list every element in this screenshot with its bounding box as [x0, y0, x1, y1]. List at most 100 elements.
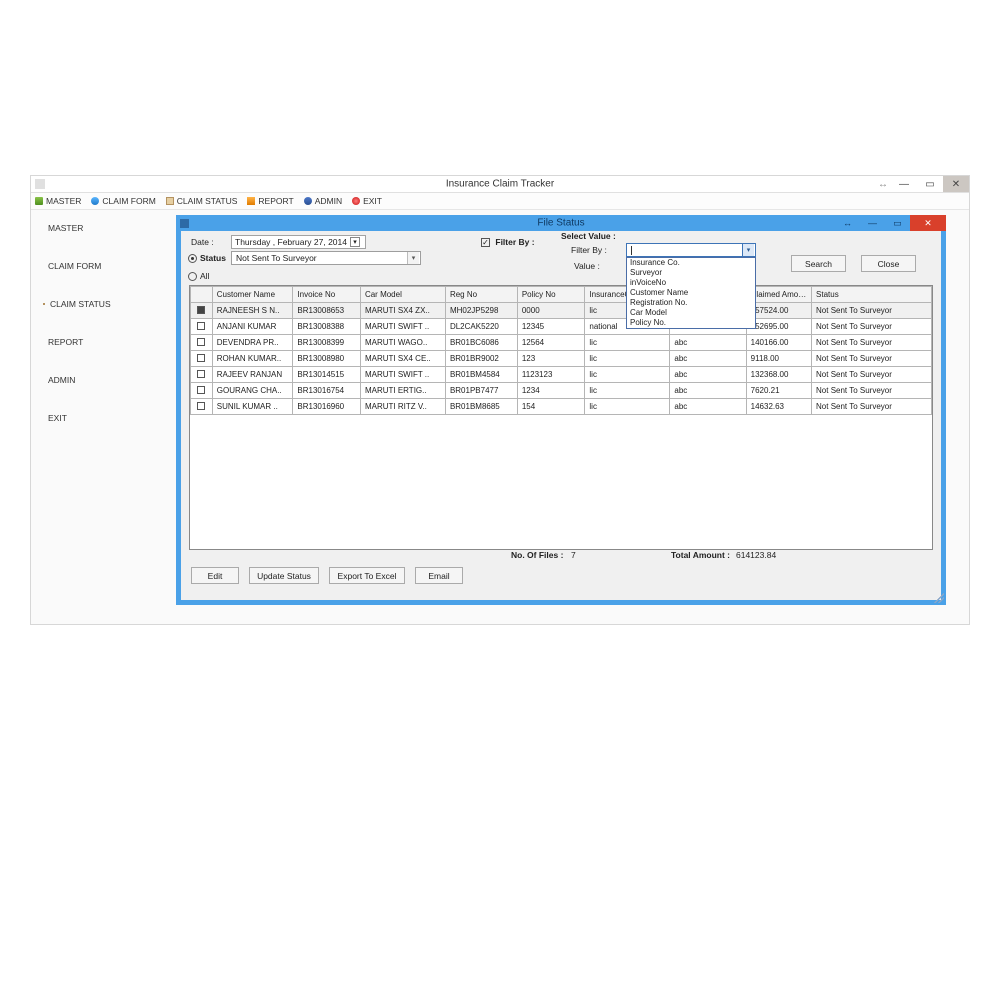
menu-claim-status[interactable]: CLAIM STATUS: [166, 196, 238, 206]
dropdown-option[interactable]: Registration No.: [627, 298, 755, 308]
col-status[interactable]: Status: [812, 287, 932, 303]
filter-by-combo[interactable]: ▾: [626, 243, 756, 257]
status-icon: [43, 303, 45, 305]
cell-car: MARUTI SWIFT ..: [360, 319, 445, 335]
dropdown-option[interactable]: Surveyor: [627, 268, 755, 278]
dropdown-option[interactable]: Insurance Co.: [627, 258, 755, 268]
cell-customer: RAJNEESH S N..: [212, 303, 293, 319]
cell-policy: 123: [517, 351, 585, 367]
inner-app-icon: [180, 219, 189, 228]
table-row[interactable]: RAJEEV RANJANBR13014515MARUTI SWIFT ..BR…: [191, 367, 932, 383]
table-row[interactable]: RAJNEESH S N..BR13008653MARUTI SX4 ZX..M…: [191, 303, 932, 319]
filter-by-label: Filter By :: [571, 245, 607, 255]
menu-master[interactable]: MASTER: [35, 196, 81, 206]
table-row[interactable]: ANJANI KUMARBR13008388MARUTI SWIFT ..DL2…: [191, 319, 932, 335]
cell-reg: BR01PB7477: [445, 383, 517, 399]
dropdown-option[interactable]: Car Model: [627, 308, 755, 318]
cell-reg: BR01BM4584: [445, 367, 517, 383]
sidebar-item-claim-form[interactable]: CLAIM FORM: [31, 258, 171, 274]
results-table: Customer Name Invoice No Car Model Reg N…: [190, 286, 932, 415]
close-button[interactable]: Close: [861, 255, 916, 272]
table-row[interactable]: SUNIL KUMAR ..BR13016960MARUTI RITZ V..B…: [191, 399, 932, 415]
menu-admin[interactable]: ADMIN: [304, 196, 342, 206]
row-checkbox[interactable]: [197, 386, 205, 394]
inner-grab-icon[interactable]: ↔: [835, 215, 860, 231]
cell-insco: lic: [585, 399, 670, 415]
dropdown-option[interactable]: Customer Name: [627, 288, 755, 298]
total-label: Total Amount :: [671, 550, 730, 560]
table-header-row: Customer Name Invoice No Car Model Reg N…: [191, 287, 932, 303]
menu-report[interactable]: REPORT: [247, 196, 293, 206]
sidebar-item-admin[interactable]: ADMIN: [31, 372, 171, 388]
cell-insco: lic: [585, 367, 670, 383]
inner-maximize-button[interactable]: ▭: [885, 215, 910, 231]
date-picker[interactable]: Thursday , February 27, 2014 ▾: [231, 235, 366, 249]
sidebar-item-report[interactable]: REPORT: [31, 334, 171, 350]
cell-reg: BR01BC6086: [445, 335, 517, 351]
row-checkbox[interactable]: [197, 370, 205, 378]
calendar-icon[interactable]: ▾: [350, 237, 360, 247]
sidebar-item-master[interactable]: MASTER: [31, 220, 171, 236]
status-radio[interactable]: Status: [188, 253, 226, 263]
cell-insco: lic: [585, 335, 670, 351]
row-checkbox[interactable]: [197, 306, 205, 314]
col-invoice[interactable]: Invoice No: [293, 287, 361, 303]
menu-exit[interactable]: EXIT: [352, 196, 382, 206]
sidebar-item-exit[interactable]: EXIT: [31, 410, 171, 426]
cell-status: Not Sent To Surveyor: [812, 351, 932, 367]
cell-customer: SUNIL KUMAR ..: [212, 399, 293, 415]
cell-car: MARUTI SX4 CE..: [360, 351, 445, 367]
sidebar-item-claim-status[interactable]: CLAIM STATUS: [31, 296, 171, 312]
admin-icon: [304, 197, 312, 205]
cell-policy: 0000: [517, 303, 585, 319]
dropdown-option[interactable]: Policy No.: [627, 318, 755, 328]
col-reg[interactable]: Reg No: [445, 287, 517, 303]
close-button[interactable]: ✕: [943, 176, 969, 192]
cell-car: MARUTI SX4 ZX..: [360, 303, 445, 319]
export-excel-button[interactable]: Export To Excel: [329, 567, 405, 584]
update-status-button[interactable]: Update Status: [249, 567, 319, 584]
table-row[interactable]: DEVENDRA PR..BR13008399MARUTI WAGO..BR01…: [191, 335, 932, 351]
row-checkbox[interactable]: [197, 402, 205, 410]
cell-customer: ANJANI KUMAR: [212, 319, 293, 335]
col-customer[interactable]: Customer Name: [212, 287, 293, 303]
maximize-button[interactable]: ▭: [917, 176, 943, 192]
inner-close-button[interactable]: ✕: [910, 215, 946, 231]
cell-status: Not Sent To Surveyor: [812, 399, 932, 415]
dropdown-option[interactable]: inVoiceNo: [627, 278, 755, 288]
app-icon: [35, 179, 45, 189]
table-row[interactable]: ROHAN KUMAR..BR13008980MARUTI SX4 CE..BR…: [191, 351, 932, 367]
row-checkbox[interactable]: [197, 322, 205, 330]
email-button[interactable]: Email: [415, 567, 463, 584]
report-icon: [247, 197, 255, 205]
cell-customer: ROHAN KUMAR..: [212, 351, 293, 367]
resize-grip-icon[interactable]: [934, 593, 944, 603]
col-policy[interactable]: Policy No: [517, 287, 585, 303]
row-checkbox[interactable]: [197, 338, 205, 346]
menu-claim-form[interactable]: CLAIM FORM: [91, 196, 155, 206]
status-combo[interactable]: Not Sent To Surveyor ▾: [231, 251, 421, 265]
cell-invoice: BR13008388: [293, 319, 361, 335]
cell-invoice: BR13014515: [293, 367, 361, 383]
search-button[interactable]: Search: [791, 255, 846, 272]
col-car[interactable]: Car Model: [360, 287, 445, 303]
edit-button[interactable]: Edit: [191, 567, 239, 584]
table-row[interactable]: GOURANG CHA..BR13016754MARUTI ERTIG..BR0…: [191, 383, 932, 399]
cell-reg: BR01BR9002: [445, 351, 517, 367]
filter-by-checkbox[interactable]: ✓ Filter By :: [481, 237, 535, 247]
minimize-button[interactable]: —: [891, 176, 917, 192]
col-select[interactable]: [191, 287, 213, 303]
row-checkbox[interactable]: [197, 354, 205, 362]
total-value: 614123.84: [736, 550, 776, 560]
grab-handle-icon[interactable]: ↔: [875, 176, 891, 192]
cell-insco: lic: [585, 383, 670, 399]
status-combo-value: Not Sent To Surveyor: [236, 253, 317, 263]
cell-surveyor: abc: [670, 367, 746, 383]
inner-titlebar: File Status ↔ — ▭ ✕: [176, 215, 946, 231]
cell-status: Not Sent To Surveyor: [812, 367, 932, 383]
filter-by-dropdown[interactable]: Insurance Co.SurveyorinVoiceNoCustomer N…: [626, 257, 756, 329]
cell-amount: 132368.00: [746, 367, 811, 383]
cell-policy: 154: [517, 399, 585, 415]
inner-minimize-button[interactable]: —: [860, 215, 885, 231]
all-radio[interactable]: All: [188, 271, 209, 281]
